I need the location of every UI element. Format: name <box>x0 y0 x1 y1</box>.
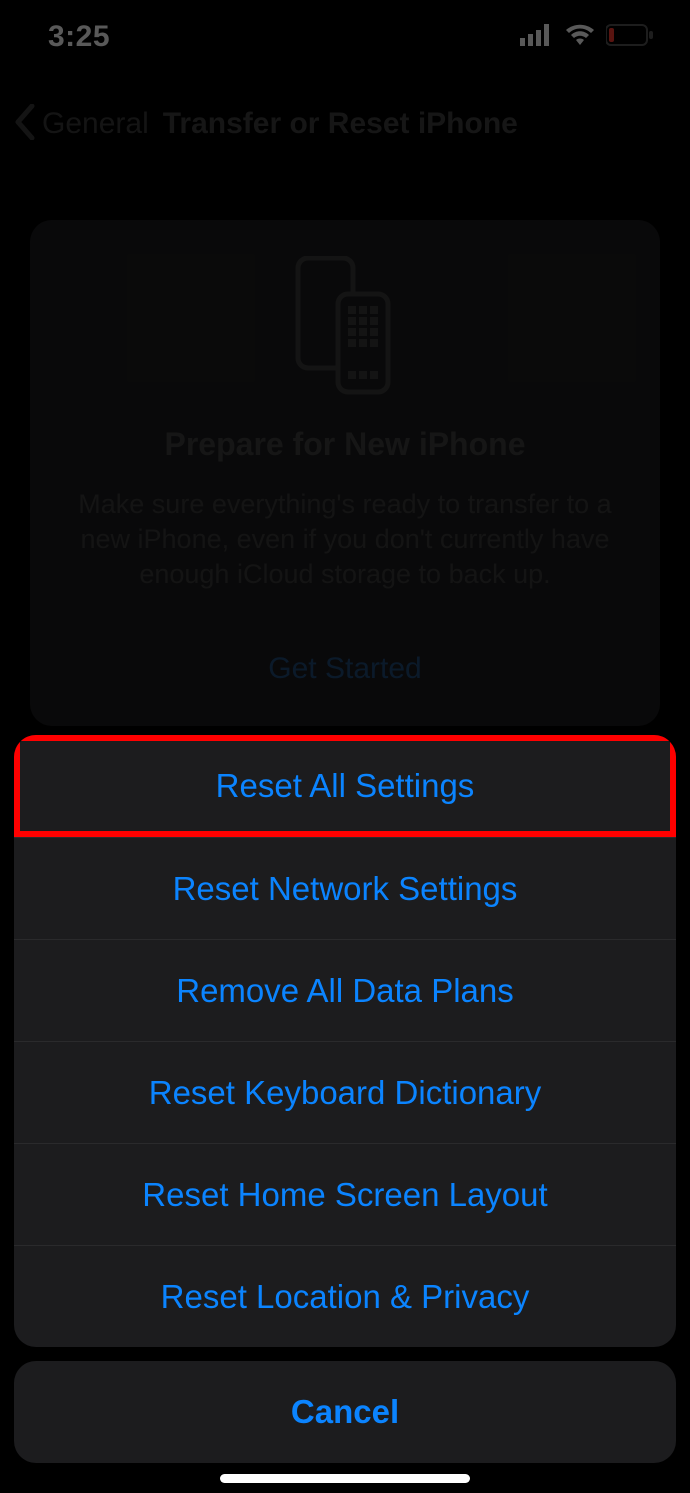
remove-all-data-plans-button[interactable]: Remove All Data Plans <box>14 939 676 1041</box>
prepare-card: Prepare for New iPhone Make sure everyth… <box>30 220 660 726</box>
battery-low-icon <box>606 24 654 51</box>
cancel-button[interactable]: Cancel <box>14 1361 676 1463</box>
cellular-icon <box>520 24 554 51</box>
status-bar: 3:25 <box>0 0 690 74</box>
reset-keyboard-dictionary-button[interactable]: Reset Keyboard Dictionary <box>14 1041 676 1143</box>
nav-bar: General Transfer or Reset iPhone <box>0 94 690 154</box>
nav-title: Transfer or Reset iPhone <box>163 107 518 141</box>
status-icons <box>520 24 654 51</box>
back-chevron-icon[interactable] <box>14 104 42 145</box>
transfer-phones-icon <box>58 256 632 396</box>
status-time: 3:25 <box>48 20 110 54</box>
nav-back-label[interactable]: General <box>42 107 149 141</box>
wifi-icon <box>564 24 596 51</box>
action-sheet: Reset All Settings Reset Network Setting… <box>14 735 676 1463</box>
reset-location-privacy-button[interactable]: Reset Location & Privacy <box>14 1245 676 1347</box>
get-started-link[interactable]: Get Started <box>58 652 632 686</box>
reset-network-settings-button[interactable]: Reset Network Settings <box>14 837 676 939</box>
card-description: Make sure everything's ready to transfer… <box>58 487 632 592</box>
reset-home-screen-layout-button[interactable]: Reset Home Screen Layout <box>14 1143 676 1245</box>
reset-all-settings-button[interactable]: Reset All Settings <box>14 735 676 837</box>
home-indicator[interactable] <box>220 1474 470 1483</box>
reset-options-list: Reset All Settings Reset Network Setting… <box>14 735 676 1347</box>
card-title: Prepare for New iPhone <box>58 426 632 463</box>
